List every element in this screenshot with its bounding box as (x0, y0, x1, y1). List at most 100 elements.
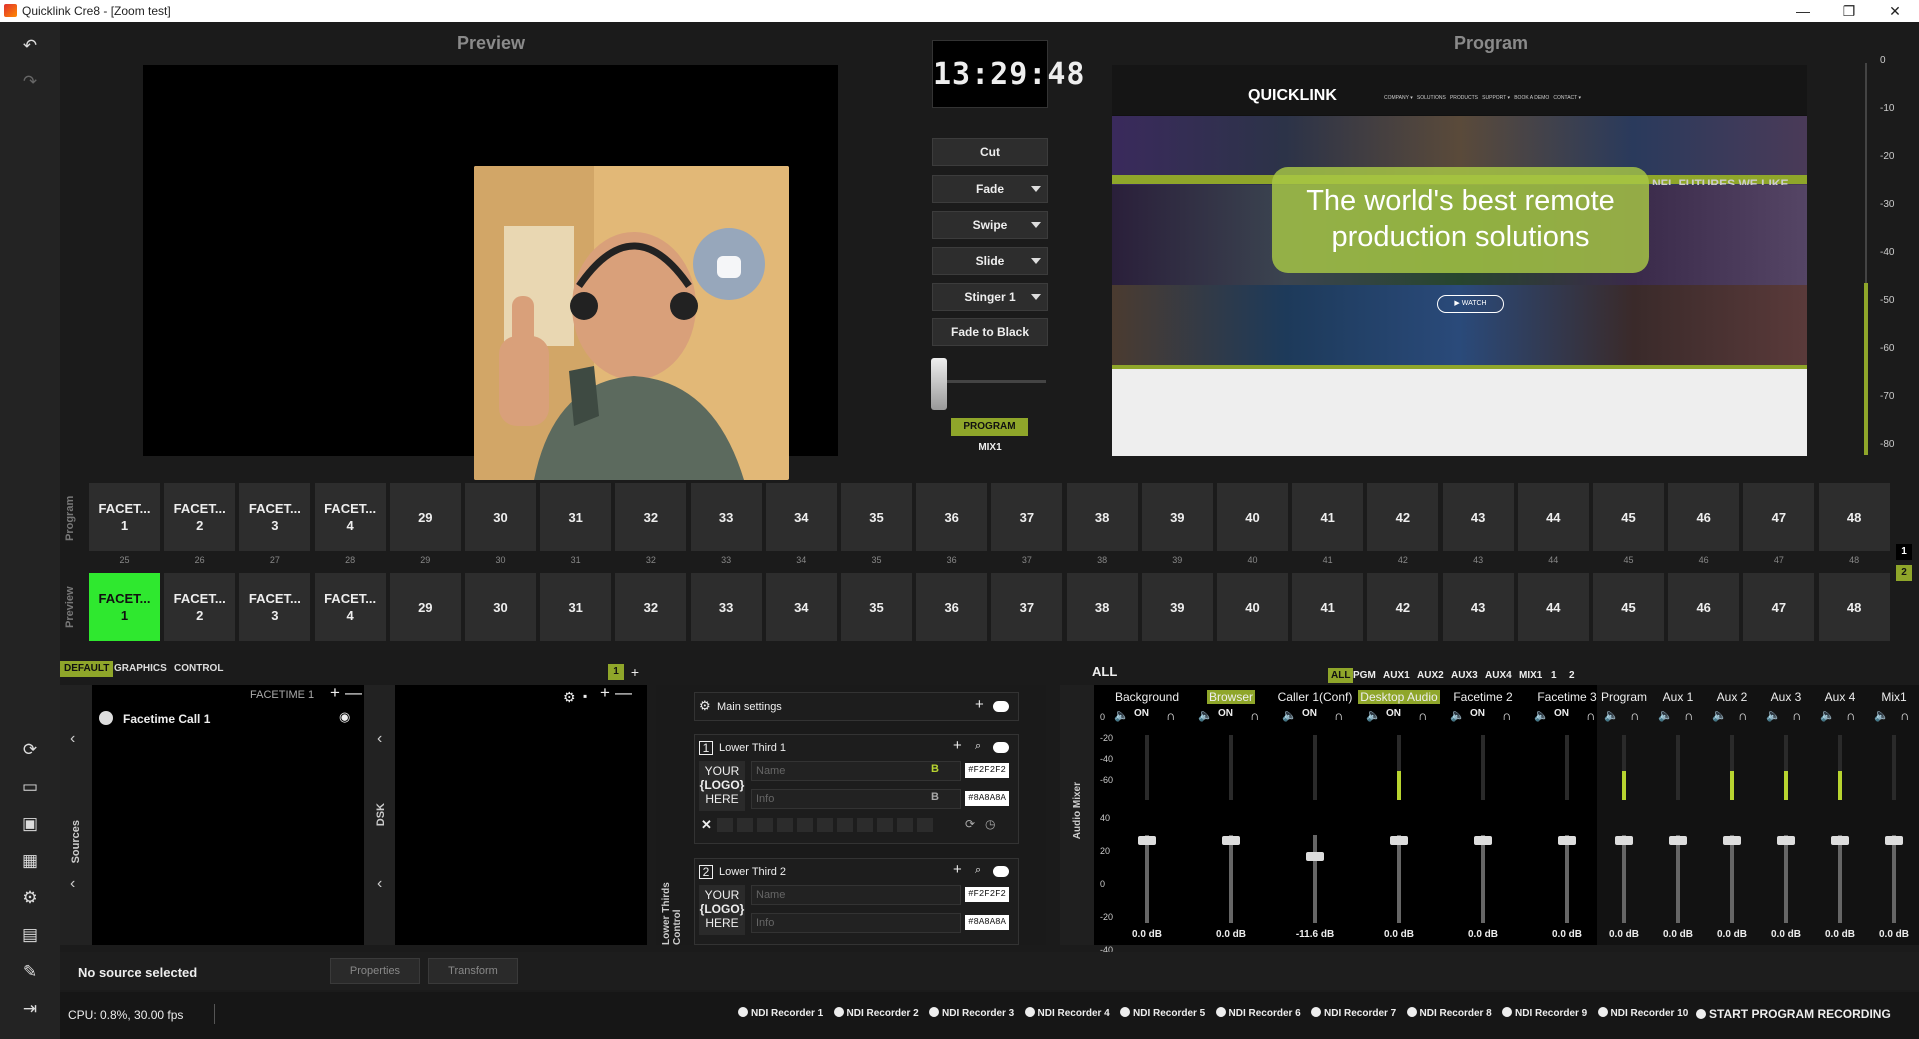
headphones-icon[interactable]: ∩ (1250, 708, 1259, 723)
page-1-button[interactable]: 1 (1896, 544, 1912, 560)
program-source-button[interactable]: 46 (1668, 483, 1740, 551)
preview-source-button[interactable]: 36 (916, 573, 988, 641)
preview-source-button[interactable]: 37 (991, 573, 1063, 641)
audio-filter-mix1[interactable]: MIX1 (1516, 668, 1545, 683)
preview-source-button[interactable]: 29 (389, 573, 461, 641)
close-button[interactable]: ✕ (1872, 0, 1918, 22)
ndi-recorder-toggle[interactable]: NDI Recorder 4 (1024, 1007, 1110, 1019)
preview-source-button[interactable]: 40 (1217, 573, 1288, 641)
volume-fader[interactable] (1306, 852, 1324, 861)
transform-button[interactable]: Transform (428, 958, 518, 984)
program-source-button[interactable]: 45 (1593, 483, 1664, 551)
volume-fader[interactable] (1558, 836, 1576, 845)
program-source-button[interactable]: 32 (615, 483, 687, 551)
add-scene-button[interactable]: + (628, 664, 642, 680)
program-source-button[interactable]: 40 (1217, 483, 1288, 551)
toggle-switch[interactable] (993, 866, 1009, 877)
refresh-icon[interactable]: ⟳ (965, 817, 975, 831)
add-icon[interactable]: + (975, 696, 984, 713)
preview-source-button[interactable]: FACET... 1 (89, 573, 160, 641)
program-source-button[interactable]: FACET... 4 (314, 483, 386, 551)
slide-button[interactable]: Slide (932, 247, 1048, 275)
volume-fader[interactable] (1777, 836, 1795, 845)
swipe-button[interactable]: Swipe (932, 211, 1048, 239)
preview-source-button[interactable]: 41 (1292, 573, 1364, 641)
bold-icon[interactable]: B (931, 791, 939, 803)
headphones-icon[interactable]: ∩ (1684, 708, 1693, 723)
bold-icon[interactable]: B (931, 763, 939, 775)
lt1-info-color[interactable]: #8A8A8A (965, 791, 1009, 806)
scene-number[interactable]: 1 (608, 664, 624, 680)
tab-control[interactable]: CONTROL (170, 661, 227, 677)
speaker-icon[interactable]: 🔈 (1450, 708, 1465, 722)
add-dsk-icon[interactable]: + (600, 683, 610, 703)
on-label[interactable]: ON (1302, 708, 1317, 719)
gear-icon[interactable]: ⚙ (563, 689, 576, 706)
tab-default[interactable]: DEFAULT (60, 661, 114, 677)
toggle-switch[interactable] (993, 701, 1009, 712)
source-item-facetime-call-1[interactable]: Facetime Call 1 (123, 712, 210, 726)
ndi-recorder-toggle[interactable]: NDI Recorder 7 (1311, 1007, 1396, 1019)
program-source-button[interactable]: 34 (765, 483, 837, 551)
chevron-down-icon[interactable] (1031, 258, 1041, 264)
ndi-recorder-toggle[interactable]: NDI Recorder 10 (1597, 1007, 1688, 1019)
headphones-icon[interactable]: ∩ (1792, 708, 1801, 723)
program-source-button[interactable]: 36 (916, 483, 988, 551)
program-source-button[interactable]: 33 (690, 483, 762, 551)
program-source-button[interactable]: 30 (465, 483, 536, 551)
grid-icon[interactable]: ▦ (18, 849, 42, 873)
headphones-icon[interactable]: ∩ (1502, 708, 1511, 723)
volume-fader[interactable] (1615, 836, 1633, 845)
program-source-button[interactable]: FACET... 1 (89, 483, 160, 551)
on-label[interactable]: ON (1554, 708, 1569, 719)
preview-source-button[interactable]: 32 (615, 573, 687, 641)
audio-filter-aux1[interactable]: AUX1 (1380, 668, 1413, 683)
chevron-down-icon[interactable] (1031, 294, 1041, 300)
ndi-recorder-toggle[interactable]: NDI Recorder 5 (1120, 1007, 1205, 1019)
eye-icon[interactable]: ◉ (339, 709, 350, 725)
preview-source-button[interactable]: FACET... 3 (239, 573, 311, 641)
fade-to-black-button[interactable]: Fade to Black (932, 318, 1048, 346)
program-source-button[interactable]: 29 (389, 483, 461, 551)
headphones-icon[interactable]: ∩ (1738, 708, 1747, 723)
speaker-icon[interactable]: 🔈 (1658, 708, 1673, 722)
preview-source-button[interactable]: 43 (1442, 573, 1514, 641)
ndi-recorder-toggle[interactable]: NDI Recorder 6 (1215, 1007, 1301, 1019)
sources-expand-icon[interactable]: ‹ (70, 875, 75, 893)
program-source-button[interactable]: 42 (1367, 483, 1439, 551)
sources-collapse-icon[interactable]: ‹ (70, 730, 75, 748)
preview-source-button[interactable]: 42 (1367, 573, 1439, 641)
ndi-recorder-toggle[interactable]: NDI Recorder 1 (738, 1007, 823, 1019)
lt2-name-input[interactable]: Name (751, 885, 961, 905)
lt2-info-color[interactable]: #8A8A8A (965, 915, 1009, 930)
close-icon[interactable]: ✕ (701, 817, 712, 833)
volume-fader[interactable] (1474, 836, 1492, 845)
headphones-icon[interactable]: ∩ (1846, 708, 1855, 723)
tbar-handle[interactable] (931, 358, 947, 410)
volume-fader[interactable] (1222, 836, 1240, 845)
ndi-recorder-toggle[interactable]: NDI Recorder 8 (1406, 1007, 1492, 1019)
fade-button[interactable]: Fade (932, 175, 1048, 203)
preview-source-button[interactable]: 34 (765, 573, 837, 641)
monitor-icon[interactable]: ▭ (18, 775, 42, 799)
stinger-button[interactable]: Stinger 1 (932, 283, 1048, 311)
speaker-icon[interactable]: 🔈 (1874, 708, 1889, 722)
on-label[interactable]: ON (1386, 708, 1401, 719)
headphones-icon[interactable]: ∩ (1630, 708, 1639, 723)
page-2-button[interactable]: 2 (1896, 565, 1912, 581)
speaker-icon[interactable]: 🔈 (1198, 708, 1213, 722)
headphones-icon[interactable]: ∩ (1334, 708, 1343, 723)
dsk-collapse-icon[interactable]: ‹ (377, 730, 382, 748)
audio-filter-1[interactable]: 1 (1548, 668, 1560, 683)
headphones-icon[interactable]: ∩ (1586, 708, 1595, 723)
lt1-name-color[interactable]: #F2F2F2 (965, 763, 1009, 778)
properties-button[interactable]: Properties (330, 958, 420, 984)
audio-filter-aux4[interactable]: AUX4 (1482, 668, 1515, 683)
speaker-icon[interactable]: 🔈 (1820, 708, 1835, 722)
undo-icon[interactable]: ↶ (18, 34, 42, 58)
lt2-info-input[interactable]: Info (751, 913, 961, 933)
preview-source-button[interactable]: FACET... 4 (314, 573, 386, 641)
preview-source-button[interactable]: 38 (1066, 573, 1138, 641)
lt1-info-input[interactable]: Info (751, 789, 961, 809)
speaker-icon[interactable]: 🔈 (1114, 708, 1129, 722)
